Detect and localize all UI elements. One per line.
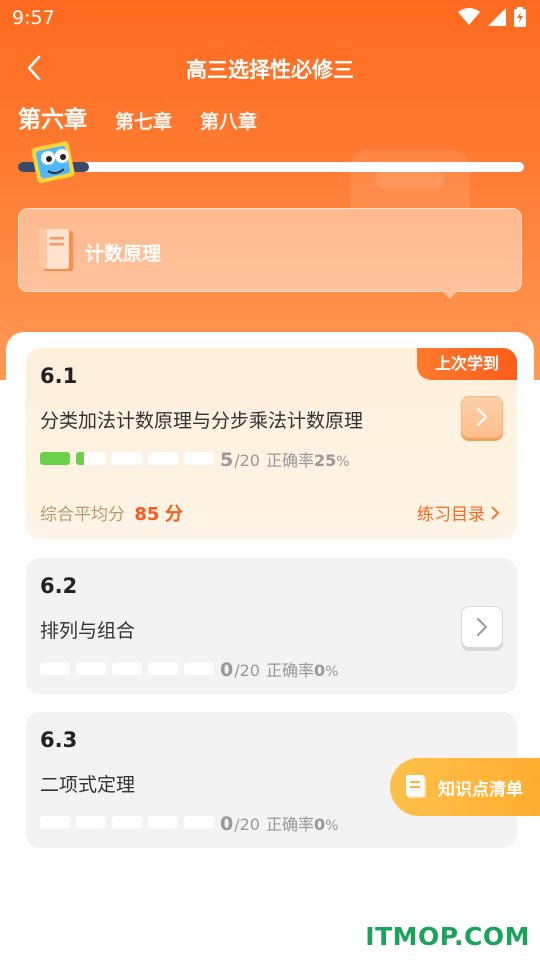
lesson-number: 6.2: [40, 574, 78, 598]
progress-segment-fill: [40, 452, 70, 465]
accuracy-unit: %: [325, 818, 339, 834]
page-title: 高三选择性必修三: [186, 58, 354, 82]
accuracy-value: 0: [314, 661, 326, 680]
wifi-icon: [458, 8, 480, 25]
section-title: 计数原理: [85, 243, 162, 265]
progress-segment: [76, 452, 106, 465]
book-icon: [406, 775, 426, 798]
lesson-open-button[interactable]: [461, 606, 503, 648]
accuracy-value: 0: [314, 815, 326, 834]
chevron-right-icon: [476, 407, 488, 427]
average-score-unit: 分: [164, 504, 183, 525]
progress-segment: [112, 452, 142, 465]
tab-chapter-8[interactable]: 第八章: [200, 107, 257, 136]
tab-chapter-7[interactable]: 第七章: [115, 107, 172, 136]
lesson-card-6-1[interactable]: 上次学到 6.1 分类加法计数原理与分步乘法计数原理 5 /20 正确率 25 …: [26, 348, 517, 539]
watermark-text: ITMOP.COM: [365, 922, 530, 951]
status-bar: 9:57: [0, 0, 540, 36]
battery-icon: [514, 7, 526, 27]
average-score-label: 综合平均分: [40, 505, 125, 525]
score-done: 0: [220, 813, 234, 835]
lesson-score: 5 /20 正确率 25 %: [220, 447, 350, 471]
chevron-right-icon: [491, 505, 499, 520]
score-total: /20: [234, 451, 260, 470]
average-score: 综合平均分 85 分: [40, 500, 183, 526]
score-done: 0: [220, 659, 234, 681]
progress-segment: [184, 662, 214, 675]
progress-segment-fill: [76, 452, 84, 465]
practice-catalog-link[interactable]: 练习目录: [417, 500, 499, 525]
section-card-pointer: [440, 289, 460, 299]
progress-segment: [148, 452, 178, 465]
chapter-tabs: 第六章 第七章 第八章: [18, 100, 257, 136]
section-card[interactable]: 计数原理: [18, 208, 522, 292]
accuracy-label: 正确率: [265, 815, 314, 834]
progress-segment: [40, 662, 70, 675]
progress-segment: [40, 816, 70, 829]
progress-segment: [40, 452, 70, 465]
knowledge-list-label: 知识点清单: [438, 779, 523, 800]
progress-segment: [112, 816, 142, 829]
progress-segment: [184, 816, 214, 829]
accuracy-unit: %: [336, 454, 350, 470]
progress-segments: [40, 662, 214, 675]
lesson-score: 0 /20 正确率 0 %: [220, 811, 338, 835]
lesson-open-button[interactable]: [461, 396, 503, 438]
lesson-title: 分类加法计数原理与分步乘法计数原理: [40, 410, 364, 432]
progress-segment: [184, 452, 214, 465]
lesson-number: 6.1: [40, 364, 78, 388]
accuracy-value: 25: [314, 451, 337, 470]
accuracy-unit: %: [325, 664, 339, 680]
nav-bar: 高三选择性必修三: [0, 44, 540, 92]
lesson-title: 排列与组合: [40, 620, 136, 642]
progress-segment: [148, 816, 178, 829]
tab-chapter-6[interactable]: 第六章: [18, 100, 87, 136]
score-total: /20: [234, 815, 260, 834]
lesson-card-6-2[interactable]: 6.2 排列与组合 0 /20 正确率 0 %: [26, 558, 517, 694]
progress-segment: [148, 662, 178, 675]
chevron-right-icon: [477, 618, 488, 636]
book-icon: [39, 229, 73, 271]
mascot-icon: [31, 141, 75, 184]
practice-catalog-label: 练习目录: [417, 505, 485, 525]
decorative-shape: [375, 170, 445, 188]
last-studied-badge: 上次学到: [416, 348, 517, 380]
progress-segment: [76, 816, 106, 829]
progress-segments: [40, 452, 214, 465]
progress-segment: [76, 662, 106, 675]
accuracy-label: 正确率: [265, 451, 314, 470]
chapter-progress-bar: [18, 162, 524, 172]
status-icons: [458, 7, 526, 27]
progress-segments: [40, 816, 214, 829]
lesson-title: 二项式定理: [40, 774, 136, 796]
knowledge-list-button[interactable]: 知识点清单: [390, 758, 540, 816]
score-total: /20: [234, 661, 260, 680]
signal-icon: [488, 8, 506, 26]
lesson-score: 0 /20 正确率 0 %: [220, 657, 338, 681]
lesson-number: 6.3: [40, 728, 78, 752]
score-done: 5: [220, 449, 234, 471]
status-time: 9:57: [12, 7, 55, 29]
accuracy-label: 正确率: [265, 661, 314, 680]
progress-segment: [112, 662, 142, 675]
average-score-value: 85: [134, 504, 160, 525]
